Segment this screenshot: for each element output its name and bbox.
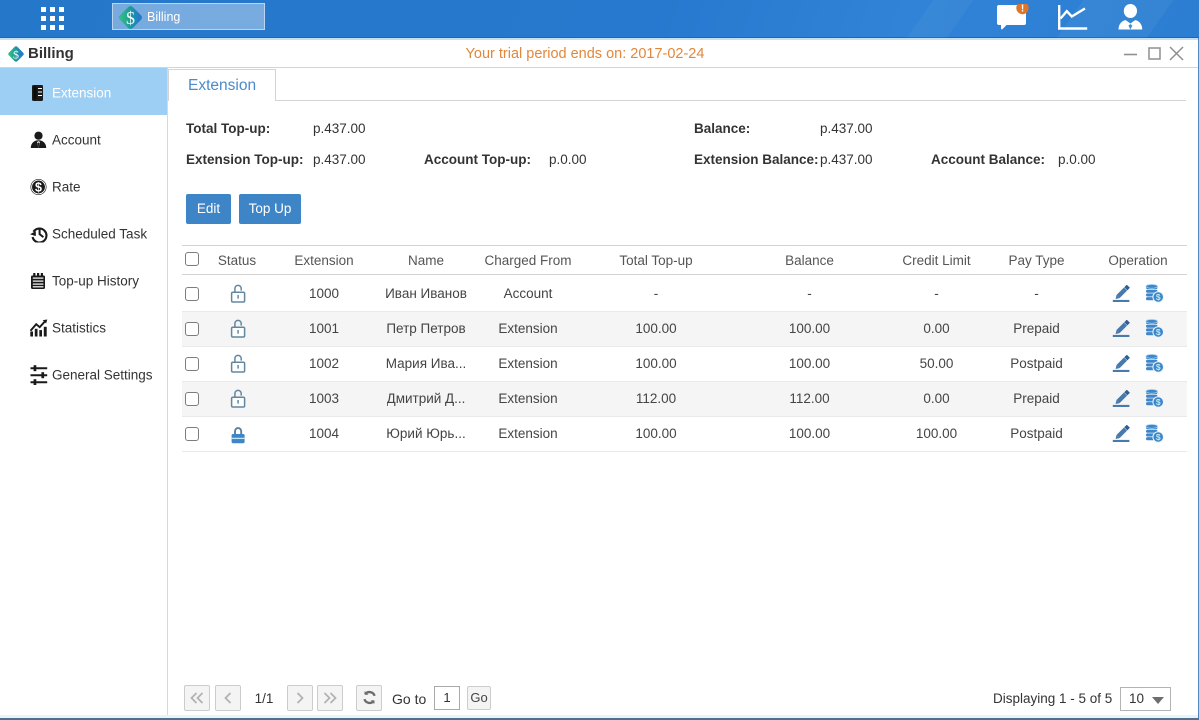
svg-text:!: ! (1021, 4, 1024, 15)
svg-text:$: $ (35, 180, 42, 194)
svg-text:$: $ (1156, 362, 1161, 372)
svg-text:$: $ (1156, 292, 1161, 302)
svg-text:$: $ (126, 8, 135, 28)
svg-text:$: $ (1156, 397, 1161, 407)
svg-text:$: $ (1156, 327, 1161, 337)
svg-text:$: $ (1156, 432, 1161, 442)
